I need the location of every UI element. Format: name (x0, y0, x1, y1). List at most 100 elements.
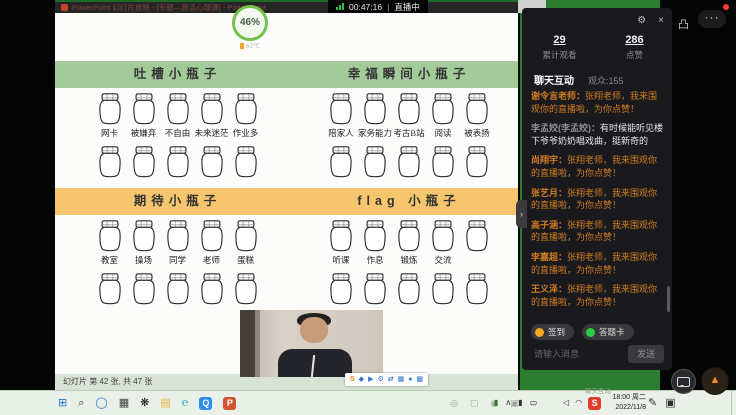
jar-label: 交流 (426, 254, 460, 268)
slide-section-happy-moments: 幸福瞬间小瓶子 陪家人家务能力考古B站阅读被表扬 (300, 61, 518, 179)
battery-icon[interactable]: ▮ (494, 391, 498, 415)
edge-icon[interactable]: ℮ (182, 391, 189, 415)
jar-label: 听课 (324, 254, 358, 268)
stat-likes: 286 点赞 (597, 34, 672, 61)
pen-input-icon[interactable]: ✎ (648, 391, 657, 415)
jar-label: 阅读 (426, 127, 460, 141)
hidden-icons-chevron[interactable]: ∧ (505, 391, 511, 415)
jar-label: 作息 (358, 254, 392, 268)
chat-sender: 高子涵： (531, 220, 567, 230)
sign-in-button[interactable]: 签到 (531, 324, 574, 340)
share-icon[interactable]: 凸 (678, 16, 689, 32)
jar-icon (396, 219, 422, 253)
taskbar-clock[interactable]: 18:00 周二 2022/11/8 (600, 393, 646, 413)
slide-section-expectations: 期待小瓶子 教室操场同学老师蛋糕 (55, 188, 300, 306)
jar-label: 陪家人 (324, 127, 358, 141)
jar-icon (464, 272, 490, 306)
answer-card-button[interactable]: 答题卡 (582, 324, 634, 340)
notification-dot (723, 4, 729, 10)
action-center-icon[interactable]: ▣ (665, 391, 675, 415)
meeting-app-icon[interactable]: Q (199, 397, 212, 410)
chat-message: 张艺月：张翔老师，我来围观你的直播啦，为你点赞！ (531, 187, 663, 212)
panel-collapse-handle[interactable]: › (516, 200, 527, 228)
jar-label: 蛋糕 (229, 254, 263, 268)
jar-icon (131, 92, 157, 126)
chat-sender: 张艺月： (531, 188, 567, 198)
jar-label: 锻炼 (392, 254, 426, 268)
live-widget-avatar[interactable]: ▲ (701, 367, 729, 395)
search-icon[interactable]: ⌕ (78, 391, 84, 415)
pointer-tool-icon[interactable]: ▶ (368, 373, 373, 386)
jar-icon (362, 92, 388, 126)
chat-bubble-fab[interactable] (671, 369, 696, 394)
barrage-settings-icon[interactable]: ⚙ (637, 15, 646, 26)
jar-label: 考古B站 (392, 127, 426, 141)
powerpoint-titlebar[interactable]: PowerPoint 幻灯片放映 - [专题—激活心理课] - PowerPoi… (55, 0, 518, 13)
settings-tool-icon[interactable]: ⚙ (377, 373, 383, 386)
users-tool-icon[interactable]: ● (408, 373, 412, 386)
live-timer: 00:47:16 (349, 2, 382, 12)
close-icon[interactable]: × (658, 15, 664, 26)
cpu-percent-ring: 46% (232, 5, 268, 41)
pill-dot-icon (586, 328, 595, 337)
tab-chat-interaction[interactable]: 聊天互动 (534, 72, 574, 87)
display-icon[interactable]: ▭ (530, 391, 538, 415)
chat-bubble-icon (677, 377, 690, 387)
pinned-app-icon-1[interactable]: ◎ (450, 391, 458, 415)
slide-section-complaints: 吐槽小瓶子 网卡被嫌弃不自由未来迷茫作业多 (55, 61, 300, 179)
tab-audience[interactable]: 观众:155 (588, 74, 624, 87)
chat-message-list[interactable]: 谢令言老师：张翔老师，我来围观你的直播啦，为你点赞！李孟姣(李孟姣)：有时候能听… (531, 90, 663, 314)
chat-tool-icon[interactable]: ◆ (359, 373, 364, 386)
chat-sender: 王义泽： (531, 284, 567, 294)
send-button[interactable]: 发送 (628, 345, 664, 363)
jar-label: 老师 (195, 254, 229, 268)
chat-scrollbar[interactable] (667, 286, 670, 312)
chat-panel: ⚙ × 29 累计观看 286 点赞 聊天互动 观众:155 谢令言老师：张翔老… (522, 8, 672, 370)
transfer-tool-icon[interactable]: ⇄ (388, 373, 394, 386)
jar-icon (464, 92, 490, 126)
windows-start-icon[interactable]: ⊞ (58, 391, 67, 415)
jar-icon (199, 219, 225, 253)
jar-icon (233, 272, 259, 306)
jar-label: 教室 (93, 254, 127, 268)
chat-input[interactable] (532, 348, 622, 360)
pinned-app-icon-2[interactable]: ▢ (470, 391, 479, 415)
more-options-button[interactable]: ··· (698, 10, 726, 28)
jar-label: 作业多 (229, 127, 263, 141)
screen-tool-icon[interactable]: ▦ (398, 373, 405, 386)
speaker-icon[interactable]: ◁ (563, 391, 569, 415)
sunlogin-logo-icon[interactable]: S (350, 373, 355, 386)
jar-icon (165, 219, 191, 253)
pill-dot-icon (535, 328, 544, 337)
jar-icon (430, 145, 456, 179)
show-desktop-button[interactable] (731, 391, 736, 415)
jar-icon (464, 145, 490, 179)
capture-app-icon[interactable]: ❋ (140, 391, 149, 415)
jar-label (460, 254, 494, 268)
performance-badge: 46% 62℃ (230, 5, 270, 50)
jar-icon (233, 145, 259, 179)
quick-buttons: 签到答题卡 (531, 324, 634, 340)
jar-label: 家务能力 (358, 127, 392, 141)
powerpoint-icon[interactable]: P (223, 397, 236, 410)
webcam-video (240, 310, 383, 377)
jar-icon (328, 272, 354, 306)
grid-tool-icon[interactable]: ▩ (416, 373, 423, 386)
taskbar-apps: ⊞ ⌕ ◯ ▦ ❋ ▤ ℮ QP (58, 391, 236, 415)
live-status-chip: 00:47:16 | 直播中 (328, 0, 428, 13)
jar-icon (430, 272, 456, 306)
file-explorer-icon[interactable]: ▤ (160, 391, 170, 415)
section-header: flag 小瓶子 (300, 188, 518, 215)
jar-icon (396, 92, 422, 126)
chat-message: 高子涵：张翔老师，我来围观你的直播啦，为你点赞！ (531, 219, 663, 244)
remote-control-toolbar[interactable]: S ◆ ▶ ⚙ ⇄ ▦● ▩ (345, 373, 428, 386)
task-view-icon[interactable]: ▦ (119, 391, 129, 415)
jar-label: 操场 (127, 254, 161, 268)
jar-icon (362, 219, 388, 253)
mic-icon[interactable]: ▮ (518, 391, 522, 415)
jar-label: 未来迷茫 (195, 127, 229, 141)
network-icon[interactable]: ◠ (575, 391, 582, 415)
chat-sender: 尚翔宇： (531, 155, 567, 165)
cortana-icon[interactable]: ◯ (95, 391, 107, 415)
jar-icon (328, 145, 354, 179)
